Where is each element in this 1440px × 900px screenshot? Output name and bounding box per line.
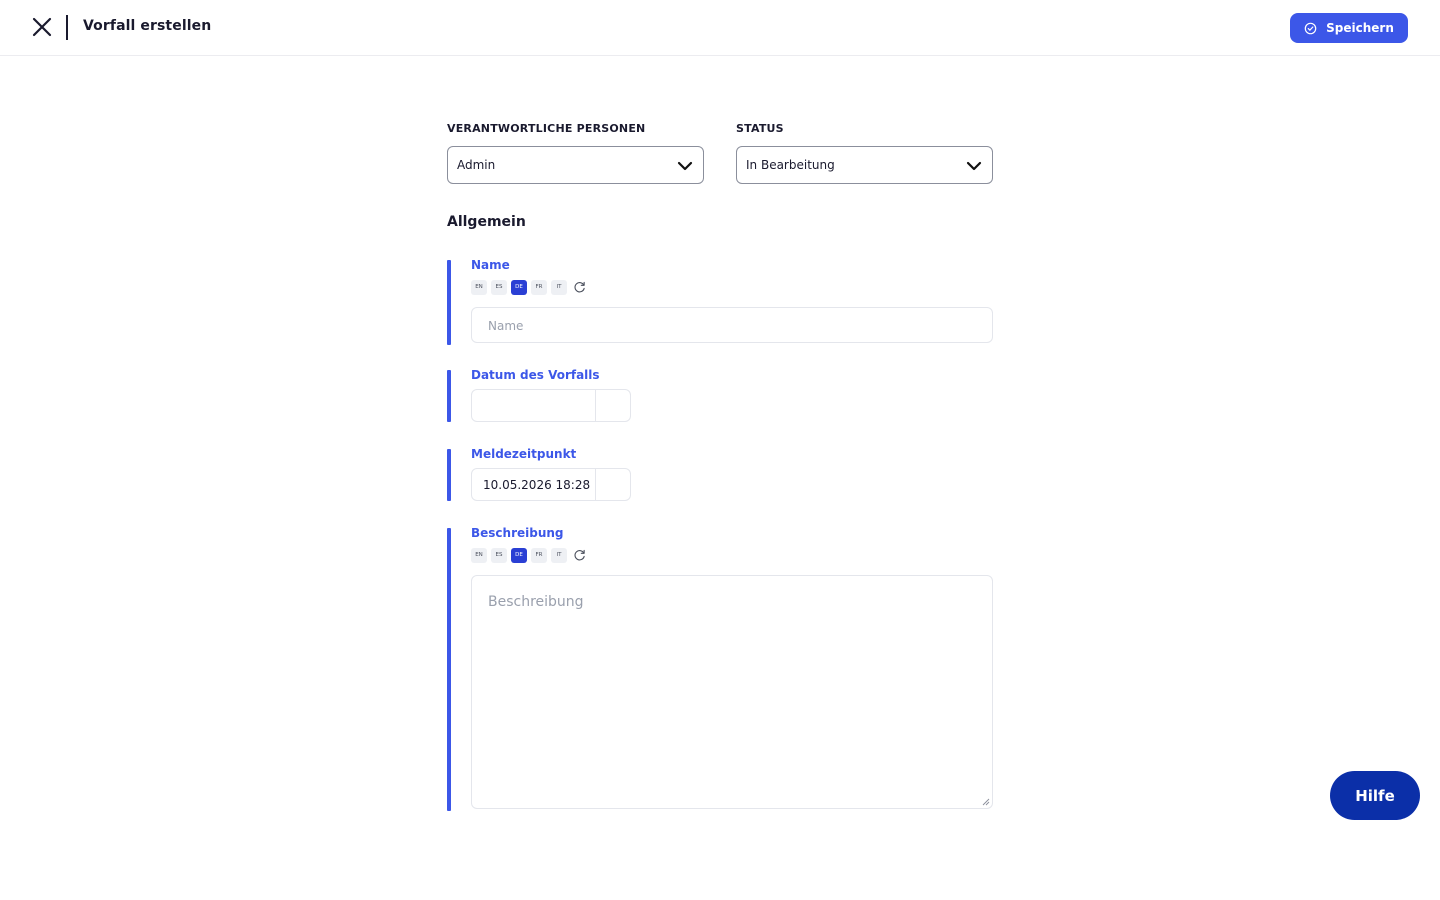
check-circle-icon <box>1304 22 1317 35</box>
description-label: Beschreibung <box>471 526 564 540</box>
field-accent-bar <box>447 449 451 501</box>
lang-tab-es[interactable]: ES <box>491 279 507 295</box>
field-accent-bar <box>447 370 451 422</box>
lang-tab-fr[interactable]: FR <box>531 547 547 563</box>
page-title: Vorfall erstellen <box>83 18 212 34</box>
responsible-select[interactable]: Admin <box>447 146 704 184</box>
lang-tab-it[interactable]: IT <box>551 547 567 563</box>
field-accent-bar <box>447 260 451 345</box>
top-bar: Vorfall erstellen Speichern <box>0 0 1440 56</box>
report-time-label: Meldezeitpunkt <box>471 447 577 461</box>
chevron-down-icon <box>966 158 982 174</box>
date-picker-button[interactable] <box>595 390 631 421</box>
lang-tab-es[interactable]: ES <box>491 547 507 563</box>
responsible-label: VERANTWORTLICHE PERSONEN <box>447 122 646 135</box>
incident-date-label: Datum des Vorfalls <box>471 368 600 382</box>
status-value: In Bearbeitung <box>746 158 835 172</box>
date-picker-button[interactable] <box>595 469 631 500</box>
name-label: Name <box>471 258 510 272</box>
field-accent-bar <box>447 528 451 811</box>
close-icon[interactable] <box>31 16 53 38</box>
lang-tab-en[interactable]: EN <box>471 279 487 295</box>
lang-tab-it[interactable]: IT <box>551 279 567 295</box>
status-label: STATUS <box>736 122 784 135</box>
responsible-value: Admin <box>457 158 496 172</box>
description-language-switcher: EN ES DE FR IT <box>471 547 587 563</box>
description-textarea[interactable]: Beschreibung <box>471 575 993 809</box>
lang-tab-en[interactable]: EN <box>471 547 487 563</box>
resize-handle-icon[interactable] <box>982 798 990 806</box>
help-button[interactable]: Hilfe <box>1330 771 1420 820</box>
lang-tab-fr[interactable]: FR <box>531 279 547 295</box>
save-button[interactable]: Speichern <box>1290 13 1408 43</box>
report-time-value: 10.05.2026 18:28 <box>483 478 591 492</box>
name-input[interactable]: Name <box>471 307 993 343</box>
name-placeholder: Name <box>488 319 524 333</box>
report-time-input[interactable]: 10.05.2026 18:28 <box>471 468 631 501</box>
section-title: Allgemein <box>447 214 526 230</box>
description-placeholder: Beschreibung <box>488 594 584 610</box>
lang-tab-de[interactable]: DE <box>511 547 527 563</box>
lang-tab-de[interactable]: DE <box>511 279 527 295</box>
save-button-label: Speichern <box>1326 21 1394 35</box>
title-divider <box>66 15 68 40</box>
refresh-icon[interactable] <box>573 280 587 294</box>
incident-date-input[interactable] <box>471 389 631 422</box>
status-select[interactable]: In Bearbeitung <box>736 146 993 184</box>
chevron-down-icon <box>677 158 693 174</box>
refresh-icon[interactable] <box>573 548 587 562</box>
name-language-switcher: EN ES DE FR IT <box>471 279 587 295</box>
